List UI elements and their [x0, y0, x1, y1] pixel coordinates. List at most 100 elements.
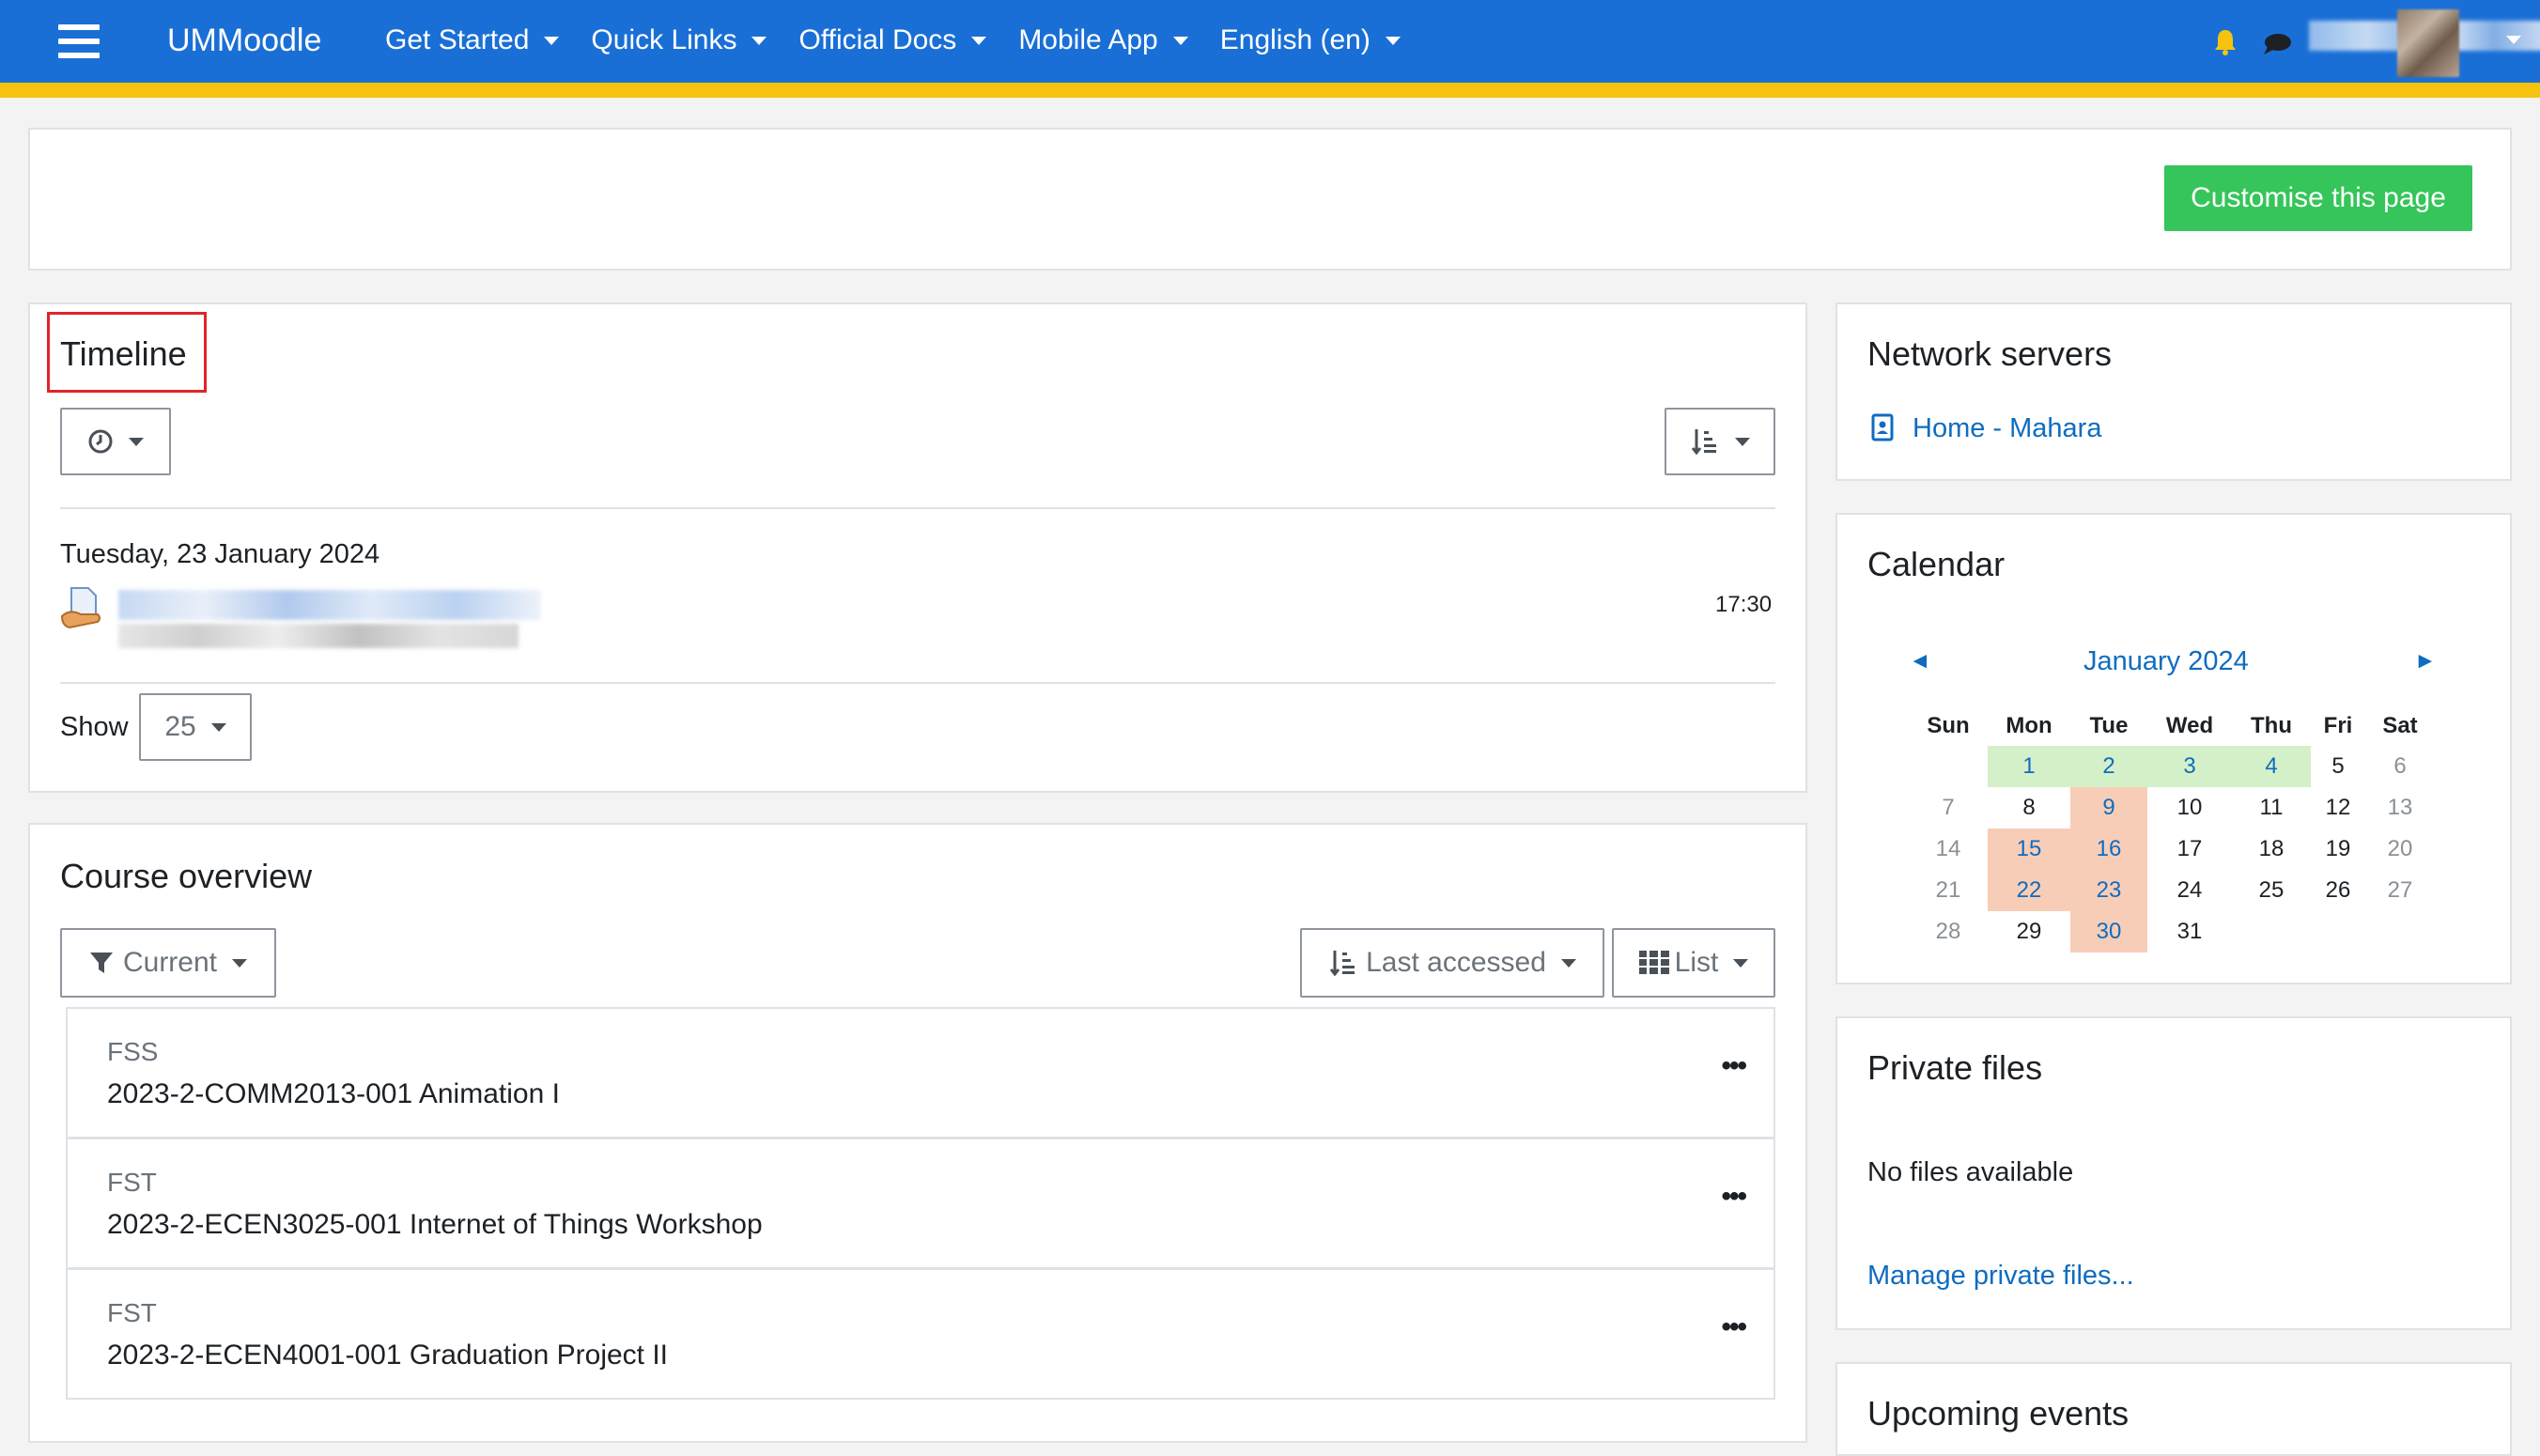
grid-list-icon [1638, 951, 1669, 974]
calendar-month-link[interactable]: January 2024 [2083, 646, 2249, 677]
chevron-down-icon [129, 437, 144, 446]
calendar-day: 12 [2325, 795, 2351, 820]
calendar-day[interactable]: 2 [2070, 746, 2147, 787]
weekday-tue: Tue [2089, 713, 2129, 738]
calendar-day: 18 [2258, 836, 2284, 861]
weekday-fri: Fri [2323, 713, 2353, 738]
nav-official-docs[interactable]: Official Docs [798, 24, 987, 56]
course-name-link[interactable]: 2023-2-COMM2013-001 Animation I [107, 1078, 560, 1110]
calendar-day: 27 [2387, 877, 2413, 903]
calendar-prev-icon[interactable]: ◄ [1909, 648, 1931, 674]
calendar-day[interactable]: 1 [1988, 746, 2070, 787]
assignment-icon [60, 587, 101, 629]
page-header-card [28, 128, 2512, 271]
nav-quick-links[interactable]: Quick Links [591, 24, 767, 56]
chevron-down-icon [210, 722, 226, 732]
chevron-down-icon [1172, 36, 1188, 45]
private-files-title: Private files [1867, 1048, 2043, 1087]
timeline-date-heading: Tuesday, 23 January 2024 [60, 539, 380, 569]
calendar-grid: Sun Mon Tue Wed Thu Fri Sat 1 2 3 4 5 6 … [1909, 706, 2435, 953]
site-brand[interactable]: UMMoodle [167, 23, 321, 59]
calendar-day: 5 [2331, 753, 2345, 779]
more-actions-icon[interactable]: ••• [1721, 1181, 1746, 1213]
messages-icon[interactable] [2262, 32, 2292, 56]
calendar-day-empty [2365, 911, 2435, 953]
top-navbar: UMMoodle Get Started Quick Links Officia… [0, 0, 2540, 98]
nav-get-started[interactable]: Get Started [385, 24, 560, 56]
menu-toggle-icon[interactable] [58, 24, 100, 58]
course-sort-dropdown[interactable]: Last accessed [1300, 928, 1604, 998]
nav-language[interactable]: English (en) [1220, 24, 1401, 56]
course-category: FST [107, 1298, 157, 1327]
calendar-next-icon[interactable]: ► [2414, 648, 2437, 674]
course-list-item[interactable]: FST 2023-2-ECEN3025-001 Internet of Thin… [66, 1138, 1775, 1269]
primary-nav: Get Started Quick Links Official Docs Mo… [385, 24, 1433, 56]
calendar-day: 13 [2387, 795, 2413, 820]
course-name-link[interactable]: 2023-2-ECEN3025-001 Internet of Things W… [107, 1209, 763, 1241]
notification-bell-icon[interactable] [2213, 28, 2238, 56]
calendar-day-empty [2232, 911, 2311, 953]
more-actions-icon[interactable]: ••• [1721, 1311, 1746, 1343]
calendar-day[interactable]: 22 [1988, 870, 2070, 911]
mahara-server-icon [1871, 413, 1894, 441]
calendar-day: 28 [1935, 919, 1961, 944]
manage-private-files-link[interactable]: Manage private files... [1867, 1261, 2134, 1292]
course-filter-dropdown[interactable]: Current [60, 928, 276, 998]
sort-icon [1691, 429, 1716, 456]
calendar-day: 17 [2176, 836, 2203, 861]
chevron-down-icon [1735, 437, 1750, 446]
customise-page-button[interactable]: Customise this page [2164, 165, 2472, 231]
timeline-filter-dropdown[interactable] [60, 408, 171, 475]
chevron-down-icon [971, 36, 987, 45]
weekday-sat: Sat [2382, 713, 2418, 738]
nav-mobile-app[interactable]: Mobile App [1018, 24, 1188, 56]
divider [60, 682, 1775, 684]
calendar-day: 10 [2176, 795, 2203, 820]
calendar-day: 21 [1935, 877, 1961, 903]
calendar-day[interactable]: 30 [2070, 911, 2147, 953]
mahara-home-link[interactable]: Home - Mahara [1913, 413, 2101, 444]
sort-icon [1329, 951, 1355, 977]
course-category: FST [107, 1168, 157, 1197]
course-view-dropdown[interactable]: List [1612, 928, 1775, 998]
calendar-day[interactable]: 15 [1988, 829, 2070, 870]
event-time: 17:30 [1715, 592, 1773, 617]
calendar-day: 19 [2325, 836, 2351, 861]
course-name-link[interactable]: 2023-2-ECEN4001-001 Graduation Project I… [107, 1340, 668, 1371]
chevron-down-icon [751, 36, 767, 45]
calendar-day: 29 [2016, 919, 2042, 944]
network-servers-title: Network servers [1867, 334, 2113, 373]
calendar-day[interactable]: 3 [2147, 746, 2232, 787]
more-actions-icon[interactable]: ••• [1721, 1050, 1746, 1082]
chevron-down-icon [1385, 36, 1401, 45]
calendar-day: 31 [2176, 919, 2203, 944]
timeline-sort-dropdown[interactable] [1665, 408, 1775, 475]
event-course-redacted [118, 624, 519, 648]
user-menu-chevron-icon[interactable] [2506, 36, 2521, 44]
calendar-day: 26 [2325, 877, 2351, 903]
private-files-empty-text: No files available [1867, 1157, 2074, 1187]
calendar-day: 6 [2393, 753, 2407, 779]
timeline-title: Timeline [60, 334, 187, 373]
chevron-down-icon [232, 958, 248, 968]
calendar-day-empty [2311, 911, 2365, 953]
course-list-item[interactable]: FST 2023-2-ECEN4001-001 Graduation Proje… [66, 1268, 1775, 1400]
course-list-item[interactable]: FSS 2023-2-COMM2013-001 Animation I ••• [66, 1007, 1775, 1138]
calendar-day[interactable]: 4 [2232, 746, 2311, 787]
calendar-day[interactable]: 23 [2070, 870, 2147, 911]
network-servers-block [1835, 302, 2512, 481]
show-count-select[interactable]: 25 [139, 693, 252, 761]
calendar-day[interactable]: 9 [2070, 787, 2147, 829]
course-category: FSS [107, 1037, 159, 1066]
show-count-label: Show [60, 712, 129, 742]
event-name-redacted[interactable] [118, 590, 541, 620]
clock-icon [88, 429, 113, 454]
calendar-day: 8 [2022, 795, 2036, 820]
calendar-day[interactable]: 16 [2070, 829, 2147, 870]
chevron-down-icon [1560, 958, 1576, 968]
avatar[interactable] [2397, 9, 2459, 77]
weekday-thu: Thu [2251, 713, 2292, 738]
course-overview-title: Course overview [60, 857, 313, 895]
calendar-day: 20 [2387, 836, 2413, 861]
calendar-day: 24 [2176, 877, 2203, 903]
